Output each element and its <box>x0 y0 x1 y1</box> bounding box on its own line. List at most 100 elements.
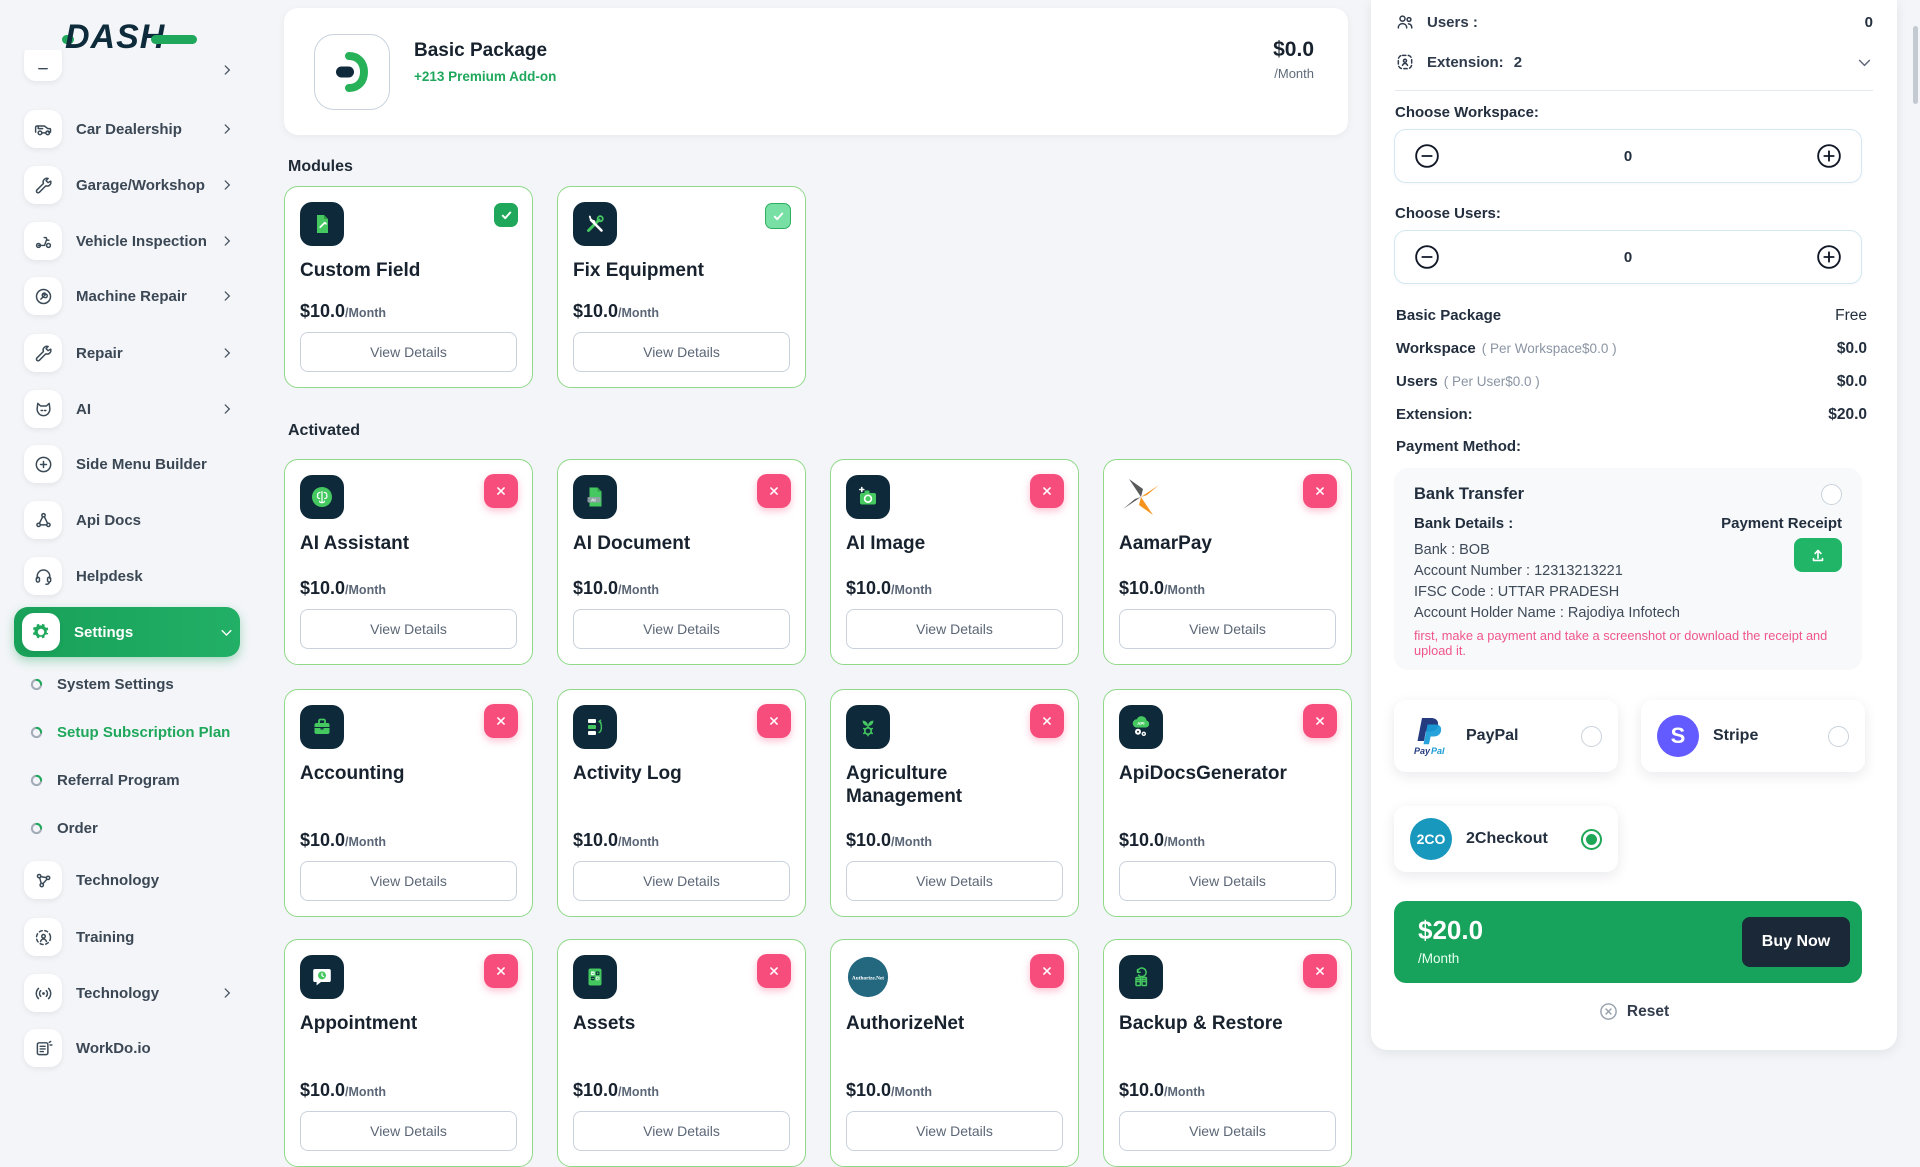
workspace-stepper: 0 <box>1394 129 1862 183</box>
sidebar-subitem-referral-program[interactable]: Referral Program <box>30 757 230 803</box>
view-details-button[interactable]: View Details <box>573 609 790 649</box>
2checkout-logo-icon: 2CO <box>1410 818 1452 860</box>
sidebar-item-side-menu-builder[interactable]: Side Menu Builder <box>14 445 240 483</box>
bank-transfer-option[interactable]: Bank Transfer Bank Details : Payment Rec… <box>1394 468 1862 670</box>
extension-icon <box>1395 52 1415 72</box>
sidebar-item-repair[interactable]: Repair <box>14 334 240 372</box>
view-details-button[interactable]: View Details <box>1119 1111 1336 1151</box>
api-docs-icon <box>24 501 62 539</box>
module-checked-checkbox[interactable] <box>494 203 518 227</box>
sidebar-item-ai[interactable]: AI <box>14 390 240 428</box>
view-details-button[interactable]: View Details <box>300 861 517 901</box>
sidebar-item-vehicle-inspection[interactable]: Vehicle Inspection <box>14 222 240 260</box>
bank-transfer-radio[interactable] <box>1821 484 1842 505</box>
remove-addon-button[interactable] <box>1030 474 1064 508</box>
paypal-logo-icon: PayPal <box>1410 715 1452 757</box>
package-price: $0.0 /Month <box>1273 38 1314 81</box>
remove-addon-button[interactable] <box>757 954 791 988</box>
plus-button[interactable] <box>1815 142 1843 170</box>
sidebar-item-technology-broadcast[interactable]: Technology <box>14 974 240 1012</box>
modules-row: Custom Field $10.0/Month View Details Fi… <box>284 186 806 388</box>
pricing-row-users: Users ( Per User$0.0 ) $0.0 <box>1396 373 1867 391</box>
remove-addon-button[interactable] <box>757 474 791 508</box>
remove-addon-button[interactable] <box>1303 474 1337 508</box>
choose-workspace-label: Choose Workspace: <box>1395 102 1873 122</box>
addon-card-backup-restore: Backup & Restore $10.0/Month View Detail… <box>1103 939 1352 1167</box>
buy-now-button[interactable]: Buy Now <box>1742 917 1850 967</box>
module-name: Fix Equipment <box>573 259 790 282</box>
addon-name: AamarPay <box>1119 532 1336 555</box>
view-details-button[interactable]: View Details <box>300 609 517 649</box>
remove-addon-button[interactable] <box>1030 704 1064 738</box>
view-details-button[interactable]: View Details <box>846 1111 1063 1151</box>
payment-option-stripe[interactable]: S Stripe <box>1641 700 1865 772</box>
module-checked-checkbox[interactable] <box>765 203 791 229</box>
view-details-button[interactable]: View Details <box>1119 609 1336 649</box>
sidebar-item-workdo-io[interactable]: WorkDo.io <box>14 1029 240 1067</box>
reset-button[interactable]: Reset <box>1371 1002 1897 1021</box>
sidebar-item-api-docs[interactable]: Api Docs <box>14 501 240 539</box>
users-row: Users : 0 <box>1395 8 1873 36</box>
chevron-right-icon <box>220 402 234 416</box>
view-details-button[interactable]: View Details <box>573 1111 790 1151</box>
scrollbar-thumb[interactable] <box>1913 26 1918 104</box>
minus-button[interactable] <box>1413 142 1441 170</box>
view-details-button[interactable]: View Details <box>300 332 517 372</box>
car-dealership-icon <box>24 110 62 148</box>
sidebar-item-training[interactable]: Training <box>14 918 240 956</box>
addon-name: AI Assistant <box>300 532 517 555</box>
machine-repair-icon <box>24 277 62 315</box>
chevron-right-icon <box>220 986 234 1000</box>
premium-addon-link[interactable]: +213 Premium Add-on <box>414 69 556 84</box>
module-name: Custom Field <box>300 259 517 282</box>
backup-restore-icon <box>1119 955 1163 999</box>
view-details-button[interactable]: View Details <box>1119 861 1336 901</box>
payment-option-paypal[interactable]: PayPal PayPal <box>1394 700 1618 772</box>
sidebar-item-helpdesk[interactable]: Helpdesk <box>14 557 240 595</box>
sidebar-subitem-order[interactable]: Order <box>30 805 230 851</box>
remove-addon-button[interactable] <box>757 704 791 738</box>
view-details-button[interactable]: View Details <box>846 861 1063 901</box>
sidebar-item-partial[interactable] <box>14 50 240 90</box>
sidebar-item-garage-workshop[interactable]: Garage/Workshop <box>14 166 240 204</box>
minus-button[interactable] <box>1413 243 1441 271</box>
activated-row-3: Appointment $10.0/Month View Details Ass… <box>284 939 1352 1167</box>
module-card-fix-equipment: Fix Equipment $10.0/Month View Details <box>557 186 806 388</box>
remove-addon-button[interactable] <box>484 474 518 508</box>
sidebar-subitem-setup-subscription-plan[interactable]: Setup Subscription Plan <box>30 709 230 755</box>
remove-addon-button[interactable] <box>1303 704 1337 738</box>
addon-name: Backup & Restore <box>1119 1012 1336 1035</box>
bullet-icon <box>30 822 43 835</box>
module-price: $10.0/Month <box>300 301 517 322</box>
stripe-radio[interactable] <box>1828 726 1849 747</box>
garage-workshop-icon <box>24 166 62 204</box>
sidebar-item-settings[interactable]: Settings <box>14 607 240 657</box>
addon-name: Activity Log <box>573 762 790 785</box>
extension-expander[interactable]: Extension: 2 <box>1395 48 1873 76</box>
sidebar-item-technology-hub[interactable]: Technology <box>14 861 240 899</box>
view-details-button[interactable]: View Details <box>846 609 1063 649</box>
payment-option-2checkout[interactable]: 2CO 2Checkout <box>1394 806 1618 872</box>
ai-document-icon: Ai <box>573 475 617 519</box>
remove-addon-button[interactable] <box>1030 954 1064 988</box>
upload-receipt-button[interactable] <box>1794 538 1842 572</box>
bank-details-label: Bank Details : <box>1414 515 1513 532</box>
remove-addon-button[interactable] <box>484 954 518 988</box>
payment-method-label: Payment Method: <box>1396 438 1867 455</box>
remove-addon-button[interactable] <box>484 704 518 738</box>
subscription-summary-panel: Users : 0 Extension: 2 Choose Workspace:… <box>1371 0 1897 1050</box>
view-details-button[interactable]: View Details <box>300 1111 517 1151</box>
remove-addon-button[interactable] <box>1303 954 1337 988</box>
sidebar-subitem-system-settings[interactable]: System Settings <box>30 661 230 707</box>
side-menu-builder-icon <box>24 445 62 483</box>
view-details-button[interactable]: View Details <box>573 861 790 901</box>
2checkout-radio[interactable] <box>1581 829 1602 850</box>
plus-button[interactable] <box>1815 243 1843 271</box>
sidebar-item-car-dealership[interactable]: Car Dealership <box>14 110 240 148</box>
vehicle-inspection-icon <box>24 222 62 260</box>
svg-text:API: API <box>1137 721 1144 726</box>
chevron-right-icon <box>220 346 234 360</box>
sidebar-item-machine-repair[interactable]: Machine Repair <box>14 277 240 315</box>
paypal-radio[interactable] <box>1581 726 1602 747</box>
view-details-button[interactable]: View Details <box>573 332 790 372</box>
